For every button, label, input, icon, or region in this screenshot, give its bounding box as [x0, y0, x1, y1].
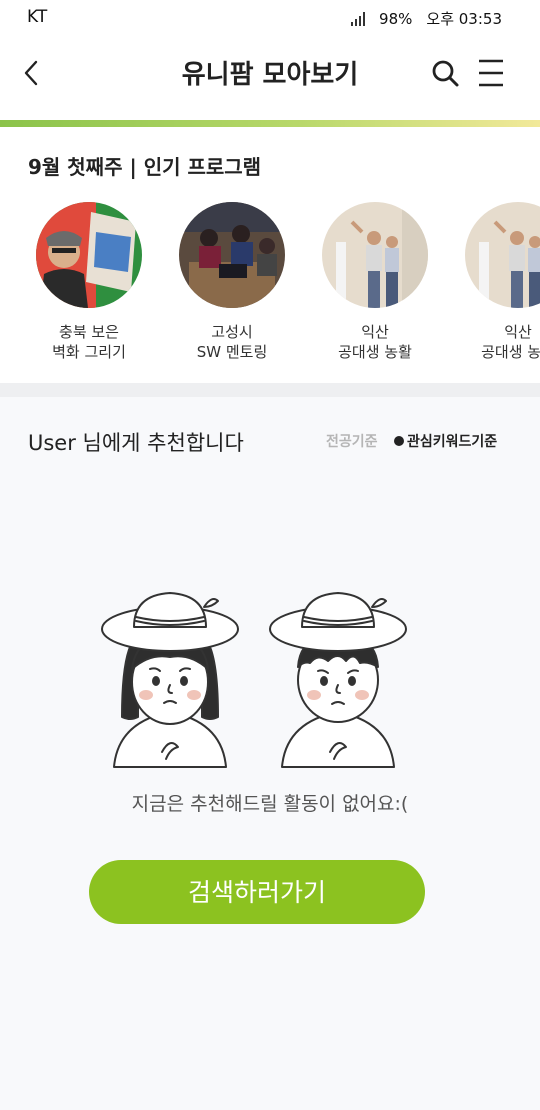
battery-label: 98% — [379, 9, 413, 28]
filter-keyword-option[interactable]: 관심키워드기준 — [394, 431, 497, 451]
filter-major-option[interactable]: 전공기준 — [326, 431, 378, 451]
go-search-button[interactable]: 검색하러가기 — [89, 860, 425, 924]
filter-major-label: 전공기준 — [326, 434, 378, 450]
carrier-label: KT — [27, 7, 48, 27]
empty-state-illustration — [101, 592, 407, 768]
search-button[interactable] — [428, 56, 462, 90]
program-name: 고성시 SW 멘토링 — [196, 323, 268, 361]
clock-label: 오후 03:53 — [426, 10, 502, 28]
section-title: 9월 첫째주 | 인기 프로그램 — [28, 155, 262, 179]
program-name: 익산 공대생 농활 — [481, 323, 540, 361]
header-accent-bar — [0, 120, 540, 127]
selected-dot-icon — [394, 436, 404, 446]
program-thumbnail — [322, 202, 428, 308]
hamburger-menu-icon — [479, 59, 503, 87]
program-name: 익산 공대생 농활 — [338, 323, 412, 361]
program-card[interactable]: 고성시 SW 멘토링 — [179, 202, 285, 362]
weekly-popular-section: 9월 첫째주 | 인기 프로그램 충북 보은 벽화 그리기 고성시 SW 멘토링… — [0, 127, 540, 383]
signal-icon — [351, 11, 366, 26]
program-card[interactable]: 충북 보은 벽화 그리기 — [36, 202, 142, 362]
status-bar: KT 98% 오후 03:53 — [0, 0, 540, 38]
empty-state-message: 지금은 추천해드릴 활동이 없어요:( — [131, 793, 409, 815]
filter-keyword-label: 관심키워드기준 — [407, 434, 498, 450]
program-card[interactable]: 익산 공대생 농활 — [322, 202, 428, 362]
menu-button[interactable] — [474, 56, 508, 90]
recommendation-section: User 님에게 추천합니다 전공기준 관심키워드기준 지금은 추천해드릴 활동… — [0, 397, 540, 1110]
section-divider — [0, 383, 540, 397]
program-carousel[interactable]: 충북 보은 벽화 그리기 고성시 SW 멘토링 익산 공대생 농활 익산 공대생… — [36, 202, 540, 362]
program-name: 충북 보은 벽화 그리기 — [52, 323, 126, 361]
program-thumbnail — [179, 202, 285, 308]
program-card[interactable]: 익산 공대생 농활 — [465, 202, 540, 362]
recommendation-title: User 님에게 추천합니다 — [28, 431, 244, 455]
app-header: 유니팜 모아보기 — [0, 38, 540, 120]
program-thumbnail — [465, 202, 540, 308]
search-icon — [432, 60, 459, 87]
program-thumbnail — [36, 202, 142, 308]
